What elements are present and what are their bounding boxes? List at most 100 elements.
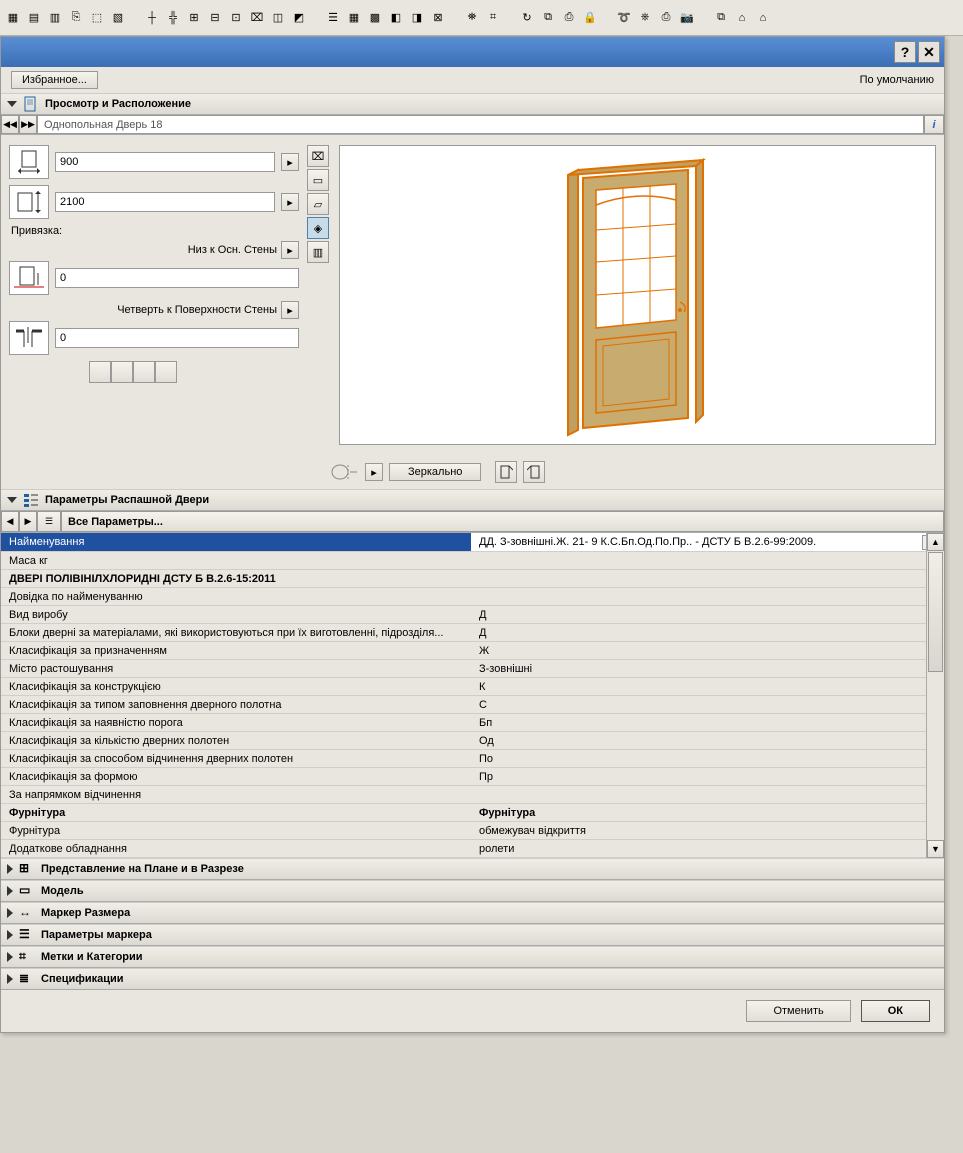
params-next-button[interactable]: ▶ [19,511,37,532]
toolbar-icon[interactable]: ⊞ [185,9,203,27]
cancel-button[interactable]: Отменить [746,1000,850,1022]
param-row[interactable]: Довідка по найменуванню [1,588,944,606]
toolbar-icon[interactable]: ▦ [345,9,363,27]
param-value[interactable]: ролети [471,840,944,858]
help-button[interactable]: ? [894,41,916,63]
collapsed-section-header[interactable]: ☰Параметры маркера [1,924,944,946]
preview-section-header[interactable]: Просмотр и Расположение [1,93,944,115]
nav-first-button[interactable]: ◀◀ [1,115,19,134]
param-value[interactable]: ДД. З-зовнішні.Ж. 21- 9 К.С.Бп.Од.По.Пр.… [471,533,944,551]
nav-next-button[interactable]: ▶▶ [19,115,37,134]
flip-toggle-1[interactable] [89,361,111,383]
param-value[interactable] [471,786,944,804]
close-button[interactable]: ✕ [918,41,940,63]
favorites-button[interactable]: Избранное... [11,71,98,89]
toolbar-icon[interactable]: ⎘ [67,9,85,27]
scroll-down-button[interactable]: ▼ [927,840,944,858]
toolbar-icon[interactable]: ☰ [324,9,342,27]
view-section-button[interactable]: ▥ [307,241,329,263]
param-value[interactable]: С [471,696,944,714]
swing-right-button[interactable] [523,461,545,483]
toolbar-icon[interactable]: ↻ [518,9,536,27]
param-row[interactable]: Вид виробуД [1,606,944,624]
view-front-button[interactable]: ▭ [307,169,329,191]
preview-3d-viewport[interactable] [339,145,936,445]
param-row[interactable]: НайменуванняДД. З-зовнішні.Ж. 21- 9 К.С.… [1,533,944,552]
scroll-up-button[interactable]: ▲ [927,533,944,551]
collapsed-section-header[interactable]: ⊞Представление на Плане и в Разрезе [1,858,944,880]
param-scrollbar[interactable]: ▲ ▼ [926,533,944,858]
toolbar-icon[interactable]: ⌂ [733,9,751,27]
param-value[interactable]: По [471,750,944,768]
toolbar-icon[interactable]: ▧ [109,9,127,27]
toolbar-icon[interactable]: 📷 [678,9,696,27]
param-row[interactable]: ФурнітураФурнітура [1,804,944,822]
width-link-button[interactable]: ▸ [281,153,299,171]
toolbar-icon[interactable]: ⌂ [754,9,772,27]
anchor1-menu-button[interactable]: ▸ [281,241,299,259]
param-row[interactable]: За напрямком відчинення [1,786,944,804]
scroll-thumb[interactable] [928,552,943,672]
toolbar-icon[interactable]: ◨ [408,9,426,27]
param-row[interactable]: Класифікація за конструкцієюК [1,678,944,696]
toolbar-icon[interactable]: ⧉ [712,9,730,27]
flip-toggle-4[interactable] [155,361,177,383]
anchor2-menu-button[interactable]: ▸ [281,301,299,319]
default-label[interactable]: По умолчанию [860,74,934,86]
params-prev-button[interactable]: ◀ [1,511,19,532]
toolbar-icon[interactable]: ⎙ [560,9,578,27]
view-3d-button[interactable]: ⌧ [307,145,329,167]
mirror-button[interactable]: Зеркально [389,463,481,481]
param-row[interactable]: Фурнітураобмежувач відкриття [1,822,944,840]
toolbar-icon[interactable]: 🔒 [581,9,599,27]
toolbar-icon[interactable]: ╬ [164,9,182,27]
param-row[interactable]: Класифікація за формоюПр [1,768,944,786]
anchor2-input[interactable] [55,328,299,348]
param-row[interactable]: Класифікація за призначеннямЖ [1,642,944,660]
param-row[interactable]: Блоки дверні за матеріалами, які викорис… [1,624,944,642]
param-value[interactable]: Од [471,732,944,750]
height-input[interactable] [55,192,275,212]
toolbar-icon[interactable]: ⬚ [88,9,106,27]
param-row[interactable]: Класифікація за наявністю порогаБп [1,714,944,732]
flip-toggle-3[interactable] [133,361,155,383]
param-value[interactable]: Д [471,624,944,642]
param-value[interactable]: Фурнітура [471,804,944,822]
param-value[interactable] [471,588,944,606]
collapsed-section-header[interactable]: ▭Модель [1,880,944,902]
ok-button[interactable]: ОК [861,1000,930,1022]
anchor1-input[interactable] [55,268,299,288]
param-value[interactable] [471,570,944,588]
param-value[interactable]: Бп [471,714,944,732]
swing-left-button[interactable] [495,461,517,483]
collapsed-section-header[interactable]: ≣Спецификации [1,968,944,990]
params-section-header[interactable]: Параметры Распашной Двери [1,489,944,511]
all-params-button[interactable]: Все Параметры... [61,511,944,532]
param-value[interactable]: Пр [471,768,944,786]
param-row[interactable]: Класифікація за способом відчинення двер… [1,750,944,768]
param-row[interactable]: Маса кг [1,552,944,570]
toolbar-icon[interactable]: ⎙ [657,9,675,27]
param-value[interactable] [471,552,944,570]
toolbar-icon[interactable]: ⌧ [248,9,266,27]
toolbar-icon[interactable]: ⎈ [636,9,654,27]
param-row[interactable]: ДВЕРІ ПОЛІВІНІЛХЛОРИДНІ ДСТУ Б В.2.6-15:… [1,570,944,588]
collapsed-section-header[interactable]: ↔Маркер Размера [1,902,944,924]
toolbar-icon[interactable]: ⌗ [484,9,502,27]
param-row[interactable]: Класифікація за кількістю дверних полоте… [1,732,944,750]
toolbar-icon[interactable]: ◧ [387,9,405,27]
toolbar-icon[interactable]: ▦ [4,9,22,27]
toolbar-icon[interactable]: ➰ [615,9,633,27]
toolbar-icon[interactable]: ⧉ [539,9,557,27]
param-value[interactable]: З-зовнішні [471,660,944,678]
toolbar-icon[interactable]: ┼ [143,9,161,27]
toolbar-icon[interactable]: ⊠ [429,9,447,27]
info-button[interactable]: i [924,115,944,134]
toolbar-icon[interactable]: ⊟ [206,9,224,27]
toolbar-icon[interactable]: ⊡ [227,9,245,27]
width-input[interactable] [55,152,275,172]
param-value[interactable]: Д [471,606,944,624]
collapsed-section-header[interactable]: ⌗Метки и Категории [1,946,944,968]
param-value[interactable]: Ж [471,642,944,660]
toolbar-icon[interactable]: ◫ [269,9,287,27]
